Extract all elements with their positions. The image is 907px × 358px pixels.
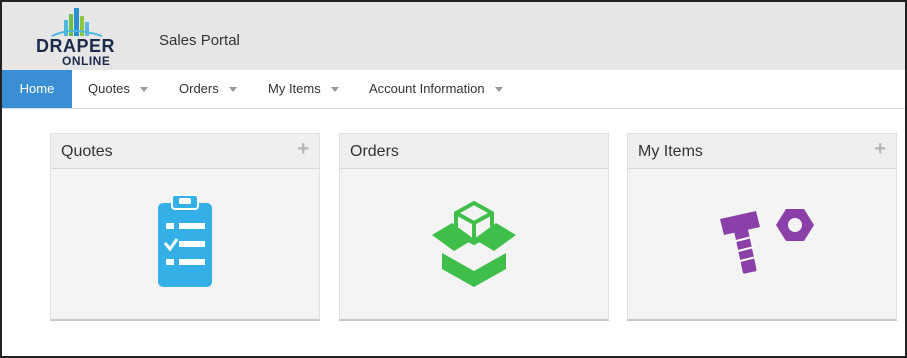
card-title: My Items [638,143,703,160]
card-title: Quotes [61,143,113,160]
card-header: My Items + [628,134,896,169]
nav-orders-label: Orders [179,81,219,96]
logo-subtitle: ONLINE [62,54,111,68]
nav-my-items[interactable]: My Items [268,70,339,108]
add-item-button[interactable]: + [874,138,886,161]
nav-account-information[interactable]: Account Information [369,70,503,108]
nav-home[interactable]: Home [2,70,72,108]
skyline-icon [51,8,103,37]
chevron-down-icon [228,87,237,93]
nav-account-information-label: Account Information [369,81,485,96]
card-header: Orders [340,134,608,169]
portal-title: Sales Portal [159,32,240,49]
card-header: Quotes + [51,134,319,169]
orders-card[interactable]: Orders [339,133,609,321]
my-items-card[interactable]: My Items + [627,133,897,321]
nav-quotes-label: Quotes [88,81,130,96]
draper-logo[interactable]: DRAPER ONLINE [32,6,132,68]
open-box-icon [432,200,516,287]
nav-orders[interactable]: Orders [179,70,237,108]
chevron-down-icon [330,87,339,93]
chevron-down-icon [139,87,148,93]
app-header: DRAPER ONLINE Sales Portal [2,2,905,70]
card-icon-area [51,189,319,289]
app-window: DRAPER ONLINE Sales Portal Home Quotes O… [0,0,907,358]
nav-quotes[interactable]: Quotes [88,70,148,108]
quotes-card[interactable]: Quotes + [50,133,320,321]
card-icon-area [628,189,896,289]
card-title: Orders [350,143,399,160]
nav-my-items-label: My Items [268,81,321,96]
main-nav: Home Quotes Orders My Items Account Info… [2,70,905,109]
chevron-down-icon [494,87,503,93]
clipboard-checklist-icon [158,194,212,287]
bolt-nut-icon [720,209,814,274]
card-icon-area [340,189,608,289]
add-quote-button[interactable]: + [297,138,309,161]
